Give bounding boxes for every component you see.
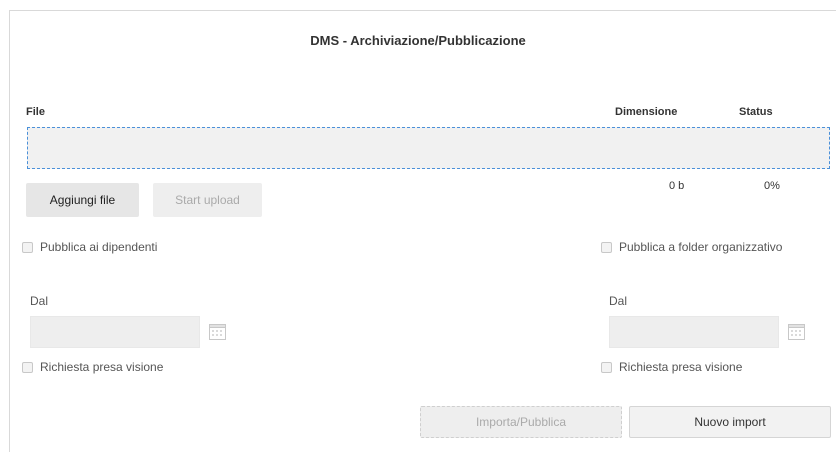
new-import-button[interactable]: Nuovo import xyxy=(629,406,831,438)
publish-folder-label: Pubblica a folder organizzativo xyxy=(619,240,783,254)
calendar-icon[interactable] xyxy=(788,323,805,340)
dialog-frame xyxy=(9,10,836,452)
left-date-input[interactable] xyxy=(30,316,200,348)
start-upload-button[interactable]: Start upload xyxy=(153,183,262,217)
publish-employees-label: Pubblica ai dipendenti xyxy=(40,240,158,254)
view-request-checkbox-right[interactable]: Richiesta presa visione xyxy=(601,360,742,374)
left-date-label: Dal xyxy=(30,294,49,308)
checkbox-icon[interactable] xyxy=(601,241,612,253)
publish-folder-checkbox[interactable]: Pubblica a folder organizzativo xyxy=(601,240,782,254)
total-status: 0% xyxy=(764,180,780,192)
total-size: 0 b xyxy=(669,180,685,192)
checkbox-icon[interactable] xyxy=(22,241,33,253)
add-files-button[interactable]: Aggiungi file xyxy=(26,183,139,217)
view-request-label-right: Richiesta presa visione xyxy=(619,360,743,374)
checkbox-icon[interactable] xyxy=(601,361,612,373)
checkbox-icon[interactable] xyxy=(22,361,33,373)
import-publish-button[interactable]: Importa/Pubblica xyxy=(420,406,622,438)
size-column-header: Dimensione xyxy=(615,106,678,118)
right-date-label: Dal xyxy=(609,294,628,308)
view-request-label-left: Richiesta presa visione xyxy=(40,360,164,374)
view-request-checkbox-left[interactable]: Richiesta presa visione xyxy=(22,360,163,374)
file-drop-zone[interactable] xyxy=(27,127,830,169)
publish-employees-checkbox[interactable]: Pubblica ai dipendenti xyxy=(22,240,157,254)
dialog-title: DMS - Archiviazione/Pubblicazione xyxy=(310,33,526,48)
calendar-icon[interactable] xyxy=(209,323,226,340)
file-column-header: File xyxy=(26,106,45,118)
status-column-header: Status xyxy=(739,106,773,118)
right-date-input[interactable] xyxy=(609,316,779,348)
